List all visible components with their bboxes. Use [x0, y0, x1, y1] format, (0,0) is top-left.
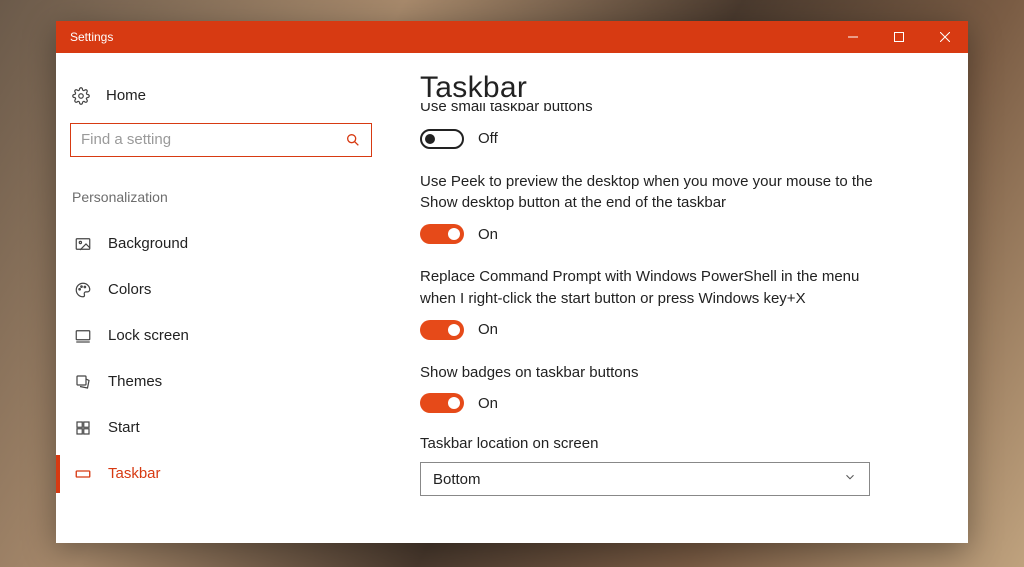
toggle-small-buttons[interactable]	[420, 129, 464, 149]
title-bar: Settings	[56, 21, 968, 53]
sidebar-item-start[interactable]: Start	[56, 405, 372, 451]
sidebar-item-label: Background	[108, 235, 188, 252]
sidebar-section-label: Personalization	[70, 189, 372, 221]
palette-icon	[74, 281, 92, 299]
chevron-down-icon	[843, 470, 857, 488]
setting-peek: Use Peek to preview the desktop when you…	[420, 171, 924, 245]
sidebar-item-themes[interactable]: Themes	[56, 359, 372, 405]
toggle-badges[interactable]	[420, 393, 464, 413]
start-icon	[74, 419, 92, 437]
page-title: Taskbar	[420, 71, 924, 105]
setting-desc: Replace Command Prompt with Windows Powe…	[420, 266, 880, 310]
setting-small-buttons: Off	[420, 129, 924, 149]
sidebar-item-label: Themes	[108, 373, 162, 390]
taskbar-icon	[74, 465, 92, 483]
window-title: Settings	[70, 30, 830, 44]
toggle-label: Off	[478, 130, 498, 147]
sidebar-nav: Background Colors Lock screen	[70, 221, 372, 497]
location-value: Bottom	[433, 471, 481, 488]
themes-icon	[74, 373, 92, 391]
maximize-icon	[894, 32, 904, 42]
sidebar-home[interactable]: Home	[70, 81, 372, 123]
sidebar-item-label: Taskbar	[108, 465, 161, 482]
minimize-icon	[848, 32, 858, 42]
toggle-powershell[interactable]	[420, 320, 464, 340]
search-input[interactable]	[81, 131, 345, 148]
sidebar-item-colors[interactable]: Colors	[56, 267, 372, 313]
sidebar-item-label: Lock screen	[108, 327, 189, 344]
close-icon	[940, 32, 950, 42]
search-icon	[345, 132, 361, 148]
sidebar-item-label: Start	[108, 419, 140, 436]
lock-screen-icon	[74, 327, 92, 345]
setting-desc: Use Peek to preview the desktop when you…	[420, 171, 880, 215]
content: Taskbar Use small taskbar buttons Off Us…	[386, 53, 968, 543]
setting-desc: Show badges on taskbar buttons	[420, 362, 880, 384]
location-select[interactable]: Bottom	[420, 462, 870, 496]
toggle-peek[interactable]	[420, 224, 464, 244]
clipped-setting-label: Use small taskbar buttons	[420, 103, 924, 123]
toggle-label: On	[478, 395, 498, 412]
sidebar-item-background[interactable]: Background	[56, 221, 372, 267]
search-wrap[interactable]	[70, 123, 372, 157]
close-button[interactable]	[922, 21, 968, 53]
setting-powershell: Replace Command Prompt with Windows Powe…	[420, 266, 924, 340]
toggle-label: On	[478, 321, 498, 338]
location-label: Taskbar location on screen	[420, 435, 924, 452]
settings-window: Settings Home Perso	[56, 21, 968, 543]
toggle-label: On	[478, 226, 498, 243]
sidebar-item-label: Colors	[108, 281, 151, 298]
picture-icon	[74, 235, 92, 253]
sidebar: Home Personalization Background	[56, 53, 386, 543]
maximize-button[interactable]	[876, 21, 922, 53]
sidebar-item-lock-screen[interactable]: Lock screen	[56, 313, 372, 359]
sidebar-item-taskbar[interactable]: Taskbar	[56, 451, 372, 497]
gear-icon	[72, 87, 90, 105]
setting-badges: Show badges on taskbar buttons On	[420, 362, 924, 414]
sidebar-home-label: Home	[106, 87, 146, 104]
minimize-button[interactable]	[830, 21, 876, 53]
window-body: Home Personalization Background	[56, 53, 968, 543]
